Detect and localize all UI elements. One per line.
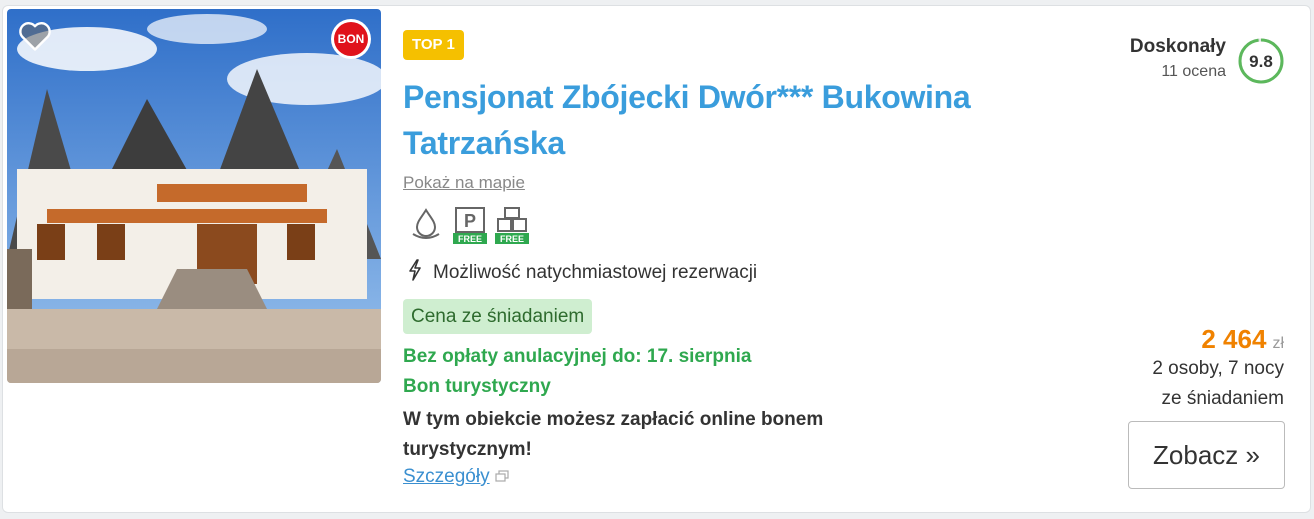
details-link[interactable]: Szczegóły xyxy=(403,466,509,488)
price-board: ze śniadaniem xyxy=(1161,388,1284,409)
bon-label: Bon turystyczny xyxy=(403,376,551,397)
instant-booking-text: Możliwość natychmiastowej rezerwacji xyxy=(433,262,758,283)
rating-label: Doskonały xyxy=(1129,36,1226,57)
bon-badge: BON xyxy=(331,19,371,59)
bon-description: W tym obiekcie możesz zapłacić online bo… xyxy=(403,409,824,460)
hotel-card: BON TOP 1 Pensjonat Zbójecki Dwór*** Buk… xyxy=(2,5,1311,513)
price: 2 464 zł xyxy=(1201,324,1284,355)
hotel-photo[interactable] xyxy=(7,9,381,383)
show-on-map-link[interactable]: Pokaż na mapie xyxy=(403,173,525,193)
price-currency: zł xyxy=(1272,335,1284,352)
details-link-label: Szczegóły xyxy=(403,466,490,487)
favorite-heart-icon[interactable] xyxy=(17,18,53,54)
rating-count: 11 ocena xyxy=(1161,63,1226,80)
rating-score: 9.8 xyxy=(1249,52,1273,71)
external-window-icon xyxy=(495,466,509,488)
top-rank-badge: TOP 1 xyxy=(403,30,464,60)
svg-text:FREE: FREE xyxy=(458,234,482,244)
svg-text:P: P xyxy=(464,211,476,231)
price-amount: 2 464 xyxy=(1201,324,1267,354)
bon-badge-label: BON xyxy=(334,22,368,56)
free-cancellation-text: Bez opłaty anulacyjnej do: 17. sierpnia xyxy=(403,346,752,367)
instant-booking: Możliwość natychmiastowej rezerwacji xyxy=(407,259,757,287)
breakfast-tag: Cena ze śniadaniem xyxy=(403,299,593,334)
lightning-icon xyxy=(407,259,425,287)
free-parking-icon: P FREE xyxy=(453,206,487,249)
price-guests-nights: 2 osoby, 7 nocy xyxy=(1152,358,1284,379)
water-drop-icon xyxy=(409,206,443,247)
svg-text:FREE: FREE xyxy=(500,234,524,244)
rating-score-badge: 9.8 xyxy=(1237,37,1285,85)
free-wifi-icon: FREE xyxy=(495,206,529,249)
see-offer-button[interactable]: Zobacz » xyxy=(1128,421,1285,489)
hotel-title[interactable]: Pensjonat Zbójecki Dwór*** Bukowina Tatr… xyxy=(403,74,1043,166)
